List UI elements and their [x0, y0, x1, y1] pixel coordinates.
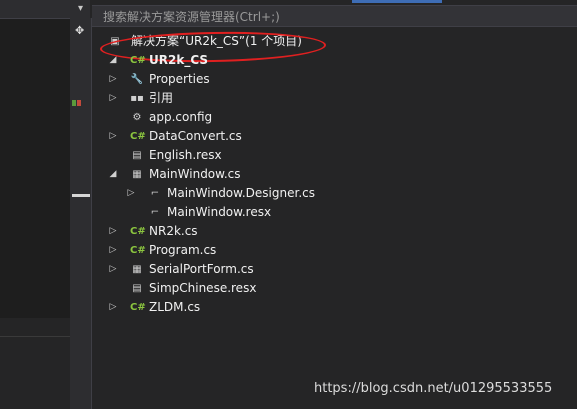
editor-tab-bar: ▾ [0, 0, 90, 19]
chevron-down-icon[interactable]: ▾ [78, 3, 83, 14]
collapsed-arrow-icon[interactable]: ▷ [108, 222, 118, 241]
wrench-icon: 🔧 [130, 74, 144, 85]
resx-icon: ▤ [132, 283, 142, 294]
tree-item-label: MainWindow.resx [167, 205, 272, 219]
tree-item-label: Program.cs [149, 243, 217, 257]
designer-icon: ⌐ [150, 207, 160, 218]
expanded-arrow-icon[interactable]: ◢ [108, 165, 118, 184]
active-tab-indicator [352, 0, 442, 3]
expanded-arrow-icon[interactable]: ◢ [108, 51, 118, 70]
solution-explorer: 搜索解决方案资源管理器(Ctrl+;) ▣ 解决方案“UR2k_CS”(1 个项… [92, 0, 577, 409]
tree-item-label: NR2k.cs [149, 224, 198, 238]
config-icon: ⚙ [132, 112, 142, 123]
designer-icon: ⌐ [150, 188, 160, 199]
divider [0, 336, 70, 337]
output-pane [0, 318, 70, 409]
csharp-icon: C# [130, 245, 146, 256]
change-marker [72, 100, 76, 106]
tree-item-label: Properties [149, 72, 210, 86]
csharp-icon: C# [130, 226, 146, 237]
editor-pane: ▾ [0, 0, 90, 409]
tree-item-label: app.config [149, 110, 213, 124]
tree-item-label: 引用 [149, 91, 174, 105]
project-label: UR2k_CS [149, 53, 208, 67]
tree-item-label: DataConvert.cs [149, 129, 242, 143]
scroll-thumb[interactable] [72, 194, 90, 197]
collapsed-arrow-icon[interactable]: ▷ [108, 298, 118, 317]
tree-item-label: SerialPortForm.cs [149, 262, 254, 276]
form-icon: ▦ [132, 264, 142, 275]
collapsed-arrow-icon[interactable]: ▷ [108, 241, 118, 260]
error-marker [77, 100, 81, 106]
csharp-icon: C# [130, 131, 146, 142]
watermark: https://blog.csdn.net/u01295533555 [314, 381, 553, 396]
csharp-icon: C# [130, 302, 146, 313]
search-placeholder: 搜索解决方案资源管理器(Ctrl+;) [103, 10, 280, 24]
resx-icon: ▤ [132, 150, 142, 161]
tree-item-label: ZLDM.cs [149, 300, 201, 314]
editor-scrollbar[interactable]: ✥ [70, 18, 92, 409]
collapsed-arrow-icon[interactable]: ▷ [108, 70, 118, 89]
collapsed-arrow-icon[interactable]: ▷ [108, 127, 118, 146]
tree-item-label: SimpChinese.resx [149, 281, 257, 295]
tree-item-label: English.resx [149, 148, 222, 162]
collapsed-arrow-icon[interactable]: ▷ [108, 89, 118, 108]
tree-item-label: MainWindow.cs [149, 167, 241, 181]
collapsed-arrow-icon[interactable]: ▷ [126, 184, 136, 203]
tree-item-label: MainWindow.Designer.cs [167, 186, 315, 200]
search-input[interactable]: 搜索解决方案资源管理器(Ctrl+;) [92, 5, 577, 27]
split-arrow-icon[interactable]: ✥ [75, 24, 84, 37]
csharp-project-icon: C# [130, 55, 146, 66]
form-icon: ▦ [132, 169, 142, 180]
collapsed-arrow-icon[interactable]: ▷ [108, 260, 118, 279]
references-icon: ▪▪ [130, 93, 144, 104]
